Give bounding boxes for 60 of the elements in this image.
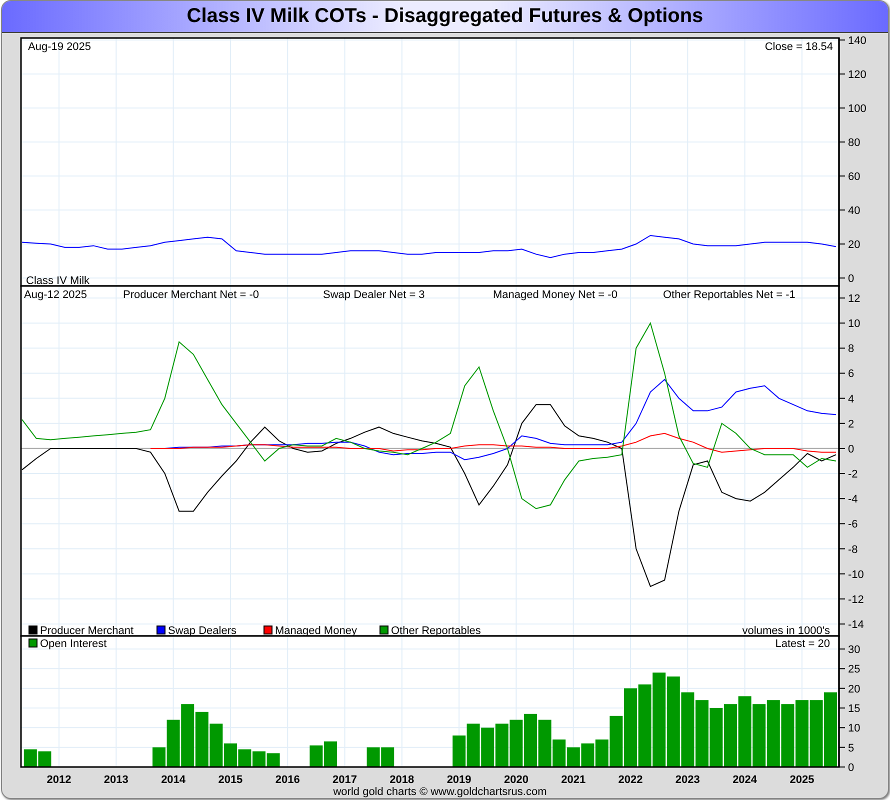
tick-label: 0: [848, 443, 854, 456]
tick-label: -6: [848, 518, 858, 531]
tick-label: 100: [848, 103, 866, 115]
tick-label: 20: [848, 239, 860, 251]
units-note: volumes in 1000's: [742, 625, 830, 637]
tick-label: 6: [848, 368, 854, 380]
tick-label: 10: [848, 722, 860, 735]
net-reading: Producer Merchant Net = -0: [123, 289, 260, 301]
tick-label: 0: [848, 762, 854, 774]
tick-label: -10: [848, 568, 864, 581]
tick-label: -12: [848, 594, 864, 606]
tick-label: 20: [848, 683, 860, 696]
net-reading: Swap Dealer Net = 3: [323, 289, 425, 301]
tick-label: 2022: [618, 774, 643, 786]
tick-label: 0: [848, 273, 854, 285]
date-label: Aug-19 2025: [28, 41, 91, 53]
tick-label: -4: [848, 494, 858, 506]
tick-label: 15: [848, 703, 860, 715]
tick-label: 2021: [561, 774, 586, 786]
tick-label: 30: [848, 644, 860, 656]
legend-label: Open Interest: [40, 638, 107, 650]
tick-label: 40: [848, 205, 860, 217]
legend-label: Class IV Milk: [26, 275, 90, 287]
tick-label: 2024: [732, 774, 758, 786]
latest-label: Latest = 20: [775, 638, 830, 650]
credit-text: world gold charts © www.goldchartsrus.com: [332, 786, 548, 798]
net-reading: Other Reportables Net = -1: [663, 289, 796, 301]
legend-label: Producer Merchant: [40, 625, 134, 637]
tick-label: 120: [848, 69, 866, 81]
chart-title: Class IV Milk COTs - Disaggregated Futures & Options: [2, 1, 888, 33]
tick-label: 80: [848, 137, 860, 149]
tick-label: 12: [848, 293, 860, 305]
tick-label: 2015: [218, 774, 243, 786]
close-label: Close = 18.54: [764, 41, 833, 53]
tick-label: 2: [848, 418, 854, 430]
tick-label: -2: [848, 468, 858, 481]
tick-label: 2020: [504, 774, 528, 786]
tick-label: 60: [848, 171, 860, 183]
tick-label: 140: [848, 35, 866, 47]
tick-label: 25: [848, 664, 860, 676]
tick-label: 2014: [161, 774, 186, 786]
tick-label: 2016: [275, 774, 300, 786]
date-label: Aug-12 2025: [24, 289, 87, 301]
tick-label: 2019: [446, 774, 472, 786]
tick-label: 2013: [104, 774, 128, 786]
tick-label: 2012: [46, 774, 72, 786]
tick-label: 8: [848, 343, 854, 356]
tick-label: 2025: [790, 774, 814, 786]
legend-label: Other Reportables: [391, 625, 481, 637]
tick-label: 2023: [675, 774, 700, 786]
tick-label: 5: [848, 742, 854, 754]
tick-label: 2017: [332, 774, 357, 786]
tick-label: 10: [848, 318, 860, 330]
tick-label: -8: [848, 544, 858, 556]
net-reading: Managed Money Net = -0: [493, 289, 618, 301]
tick-label: 2018: [390, 774, 414, 786]
legend-label: Managed Money: [275, 625, 357, 637]
legend-label: Swap Dealers: [168, 625, 236, 637]
tick-label: -14: [848, 619, 864, 631]
tick-label: 4: [848, 393, 854, 406]
